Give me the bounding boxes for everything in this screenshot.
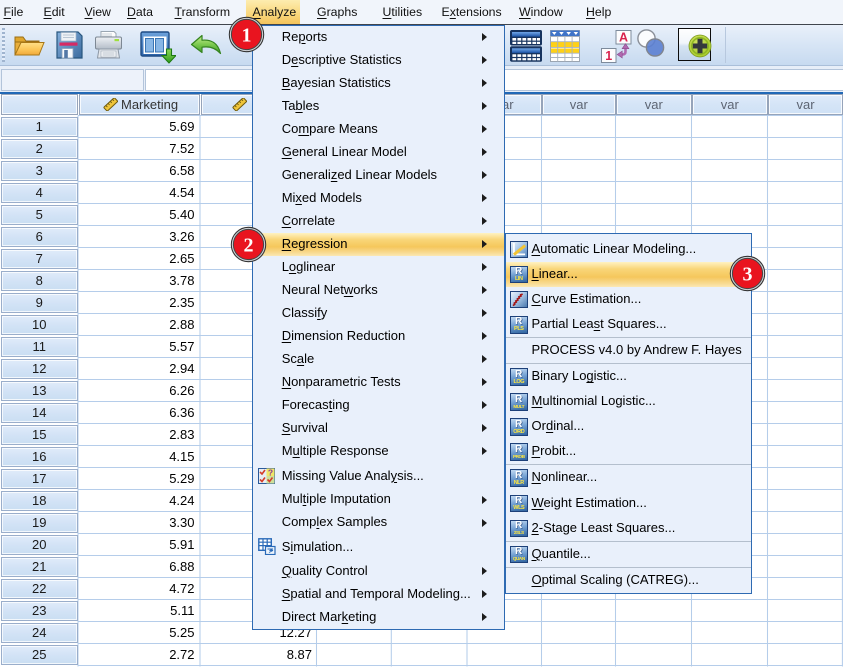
svg-text:1: 1 xyxy=(605,49,612,63)
svg-text:2: 2 xyxy=(243,234,253,256)
svg-text:3: 3 xyxy=(743,263,753,285)
svg-text:A: A xyxy=(619,31,628,45)
svg-text:?: ? xyxy=(267,468,272,478)
svg-text:1: 1 xyxy=(241,24,251,46)
